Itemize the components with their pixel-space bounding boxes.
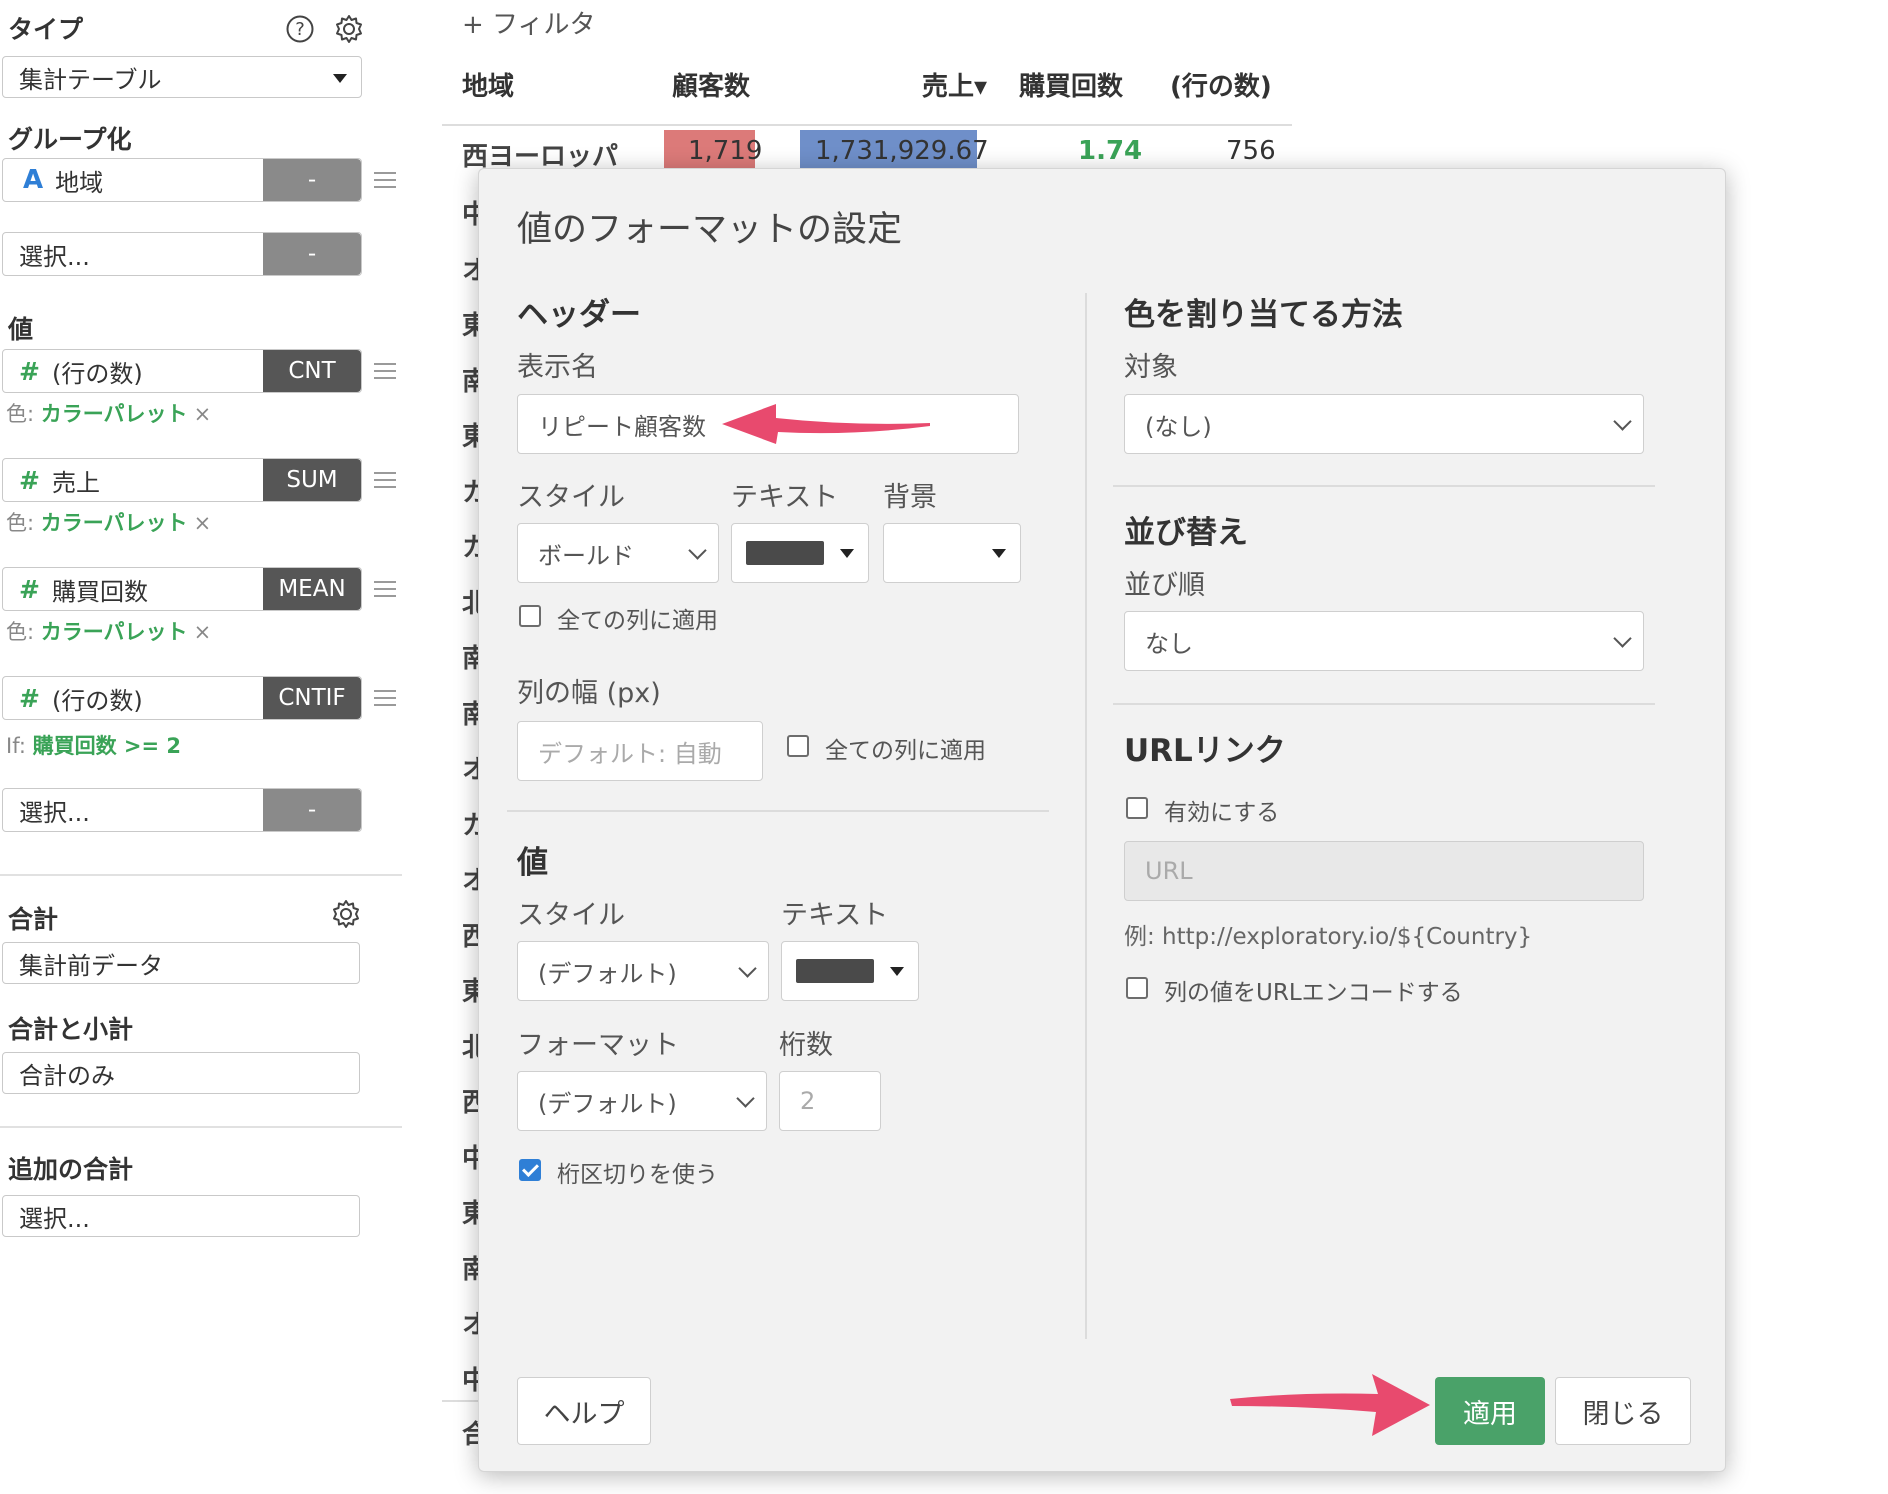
annotation-arrows xyxy=(722,404,1430,1436)
arrow-to-apply-button-icon xyxy=(1230,1374,1430,1436)
arrow-to-display-name-icon xyxy=(722,404,930,444)
